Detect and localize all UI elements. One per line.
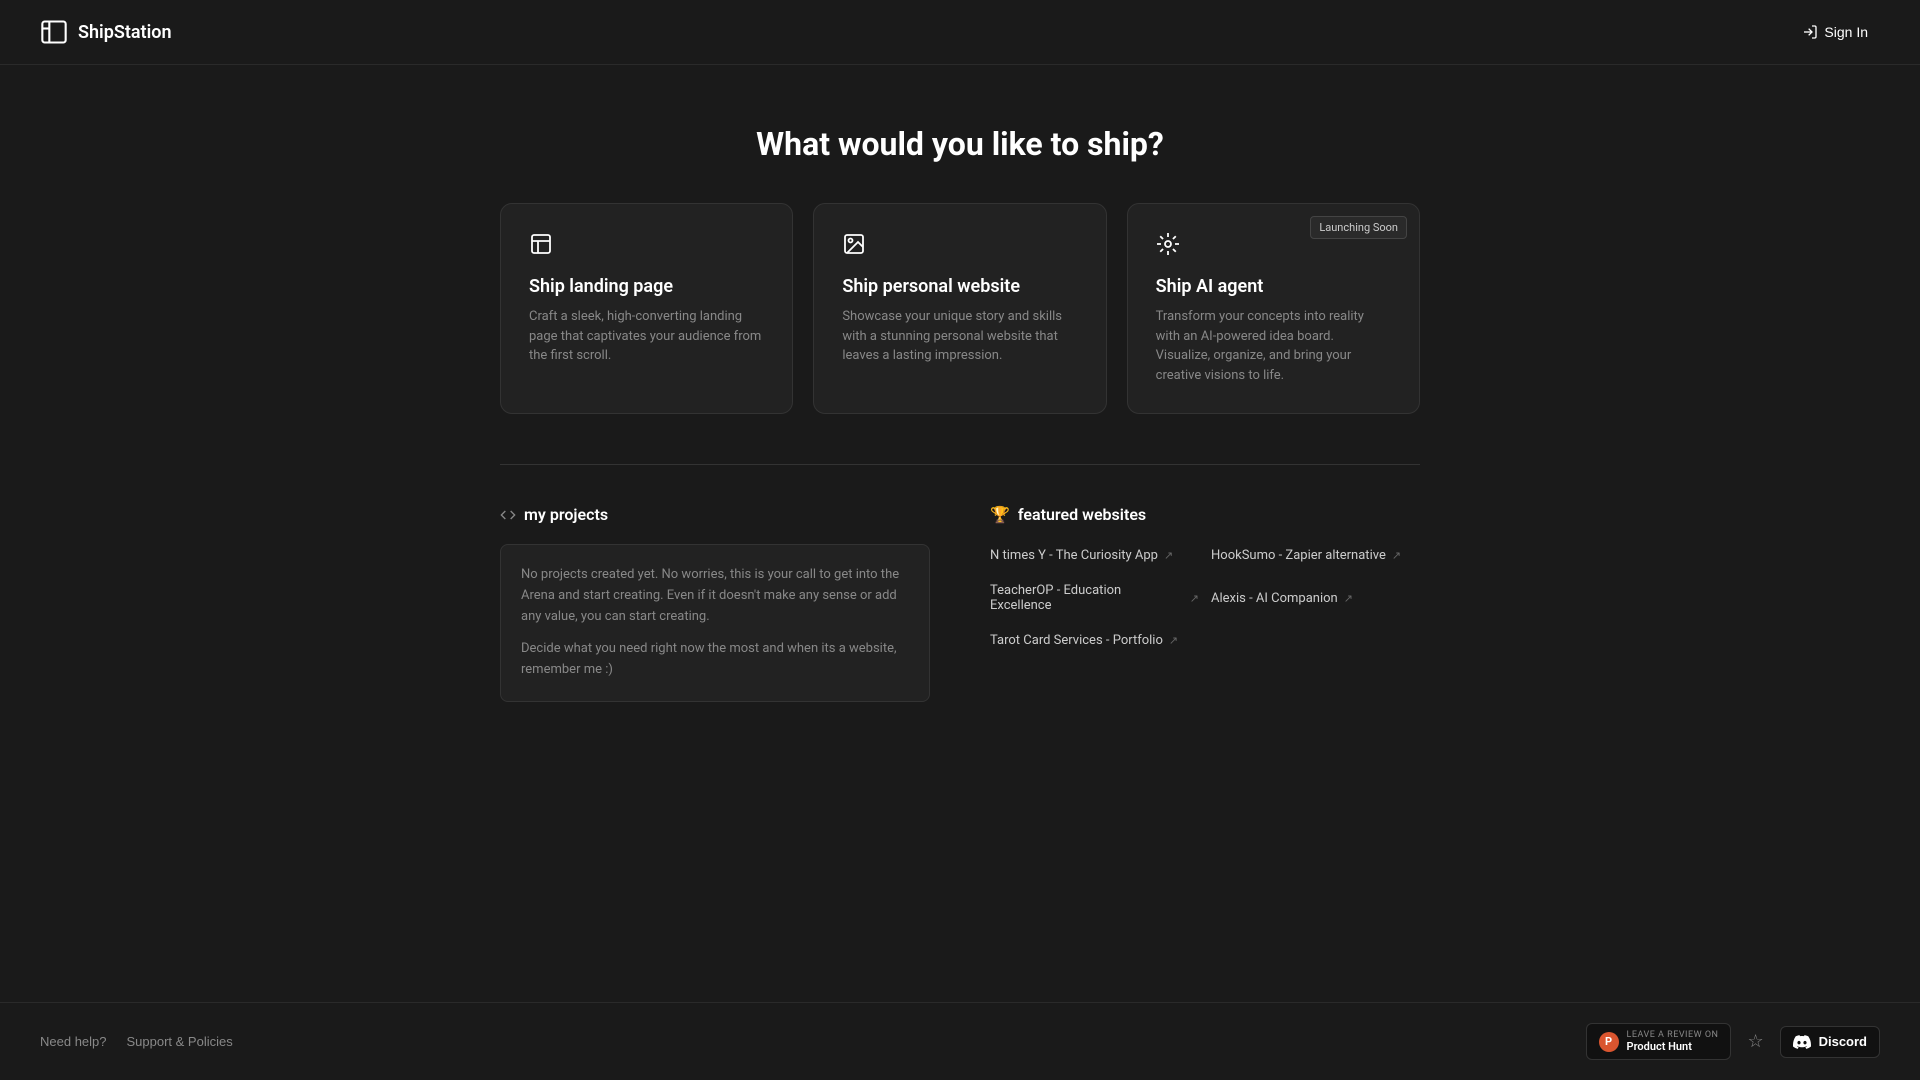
landing-page-icon bbox=[529, 232, 764, 260]
product-hunt-icon: P bbox=[1599, 1032, 1619, 1052]
product-hunt-bottom-label: Product Hunt bbox=[1627, 1040, 1719, 1053]
code-icon bbox=[500, 507, 516, 523]
featured-link-label-3: Alexis - AI Companion bbox=[1211, 591, 1338, 606]
my-projects-heading: my projects bbox=[500, 505, 930, 524]
featured-link-label-0: N times Y - The Curiosity App bbox=[990, 548, 1158, 563]
featured-link-3[interactable]: Alexis - AI Companion ↗ bbox=[1211, 579, 1420, 617]
featured-websites-heading: 🏆 featured websites bbox=[990, 505, 1420, 524]
logo[interactable]: ShipStation bbox=[40, 18, 172, 46]
landing-page-desc: Craft a sleek, high-converting landing p… bbox=[529, 307, 764, 366]
main-content: What would you like to ship? Ship landin… bbox=[460, 65, 1460, 1002]
product-hunt-top-label: LEAVE A REVIEW ON bbox=[1627, 1030, 1719, 1040]
featured-link-label-2: TeacherOP - Education Excellence bbox=[990, 583, 1184, 613]
my-projects-label: my projects bbox=[524, 505, 608, 524]
launching-soon-badge: Launching Soon bbox=[1310, 216, 1407, 239]
ship-personal-website-card[interactable]: Ship personal website Showcase your uniq… bbox=[813, 203, 1106, 414]
discord-button[interactable]: Discord bbox=[1780, 1026, 1880, 1058]
featured-links-grid: N times Y - The Curiosity App ↗ HookSumo… bbox=[990, 544, 1420, 652]
logo-text: ShipStation bbox=[78, 22, 172, 43]
my-projects-section: my projects No projects created yet. No … bbox=[500, 505, 930, 702]
footer: Need help? Support & Policies P LEAVE A … bbox=[0, 1002, 1920, 1080]
ship-ai-agent-card[interactable]: Launching Soon Ship AI agent Transform y… bbox=[1127, 203, 1420, 414]
ai-agent-desc: Transform your concepts into reality wit… bbox=[1156, 307, 1391, 385]
featured-websites-section: 🏆 featured websites N times Y - The Curi… bbox=[990, 505, 1420, 702]
sign-in-icon bbox=[1802, 24, 1818, 40]
star-icon: ☆ bbox=[1747, 1031, 1763, 1051]
ship-cards-grid: Ship landing page Craft a sleek, high-co… bbox=[500, 203, 1420, 414]
featured-link-label-4: Tarot Card Services - Portfolio bbox=[990, 633, 1163, 648]
logo-icon bbox=[40, 18, 68, 46]
header: ShipStation Sign In bbox=[0, 0, 1920, 65]
need-help-link[interactable]: Need help? bbox=[40, 1034, 107, 1049]
featured-link-0[interactable]: N times Y - The Curiosity App ↗ bbox=[990, 544, 1199, 567]
projects-empty-state: No projects created yet. No worries, thi… bbox=[500, 544, 930, 702]
featured-link-1[interactable]: HookSumo - Zapier alternative ↗ bbox=[1211, 544, 1420, 567]
support-policies-link[interactable]: Support & Policies bbox=[127, 1034, 233, 1049]
product-hunt-text: LEAVE A REVIEW ON Product Hunt bbox=[1627, 1030, 1719, 1053]
footer-left: Need help? Support & Policies bbox=[40, 1034, 233, 1049]
external-link-icon-1: ↗ bbox=[1392, 549, 1401, 562]
discord-label: Discord bbox=[1819, 1034, 1867, 1049]
ai-agent-title: Ship AI agent bbox=[1156, 276, 1391, 297]
two-column-layout: my projects No projects created yet. No … bbox=[500, 505, 1420, 702]
product-hunt-button[interactable]: P LEAVE A REVIEW ON Product Hunt bbox=[1586, 1023, 1732, 1060]
featured-link-4[interactable]: Tarot Card Services - Portfolio ↗ bbox=[990, 629, 1199, 652]
landing-page-title: Ship landing page bbox=[529, 276, 764, 297]
discord-icon bbox=[1793, 1033, 1811, 1051]
external-link-icon-2: ↗ bbox=[1190, 592, 1199, 605]
projects-empty-text-1: No projects created yet. No worries, thi… bbox=[521, 565, 909, 627]
external-link-icon-3: ↗ bbox=[1344, 592, 1353, 605]
sign-in-button[interactable]: Sign In bbox=[1790, 16, 1880, 48]
personal-website-title: Ship personal website bbox=[842, 276, 1077, 297]
footer-right: P LEAVE A REVIEW ON Product Hunt ☆ Disco… bbox=[1586, 1023, 1880, 1060]
section-divider bbox=[500, 464, 1420, 465]
external-link-icon-0: ↗ bbox=[1164, 549, 1173, 562]
personal-website-desc: Showcase your unique story and skills wi… bbox=[842, 307, 1077, 366]
external-link-icon-4: ↗ bbox=[1169, 634, 1178, 647]
featured-link-2[interactable]: TeacherOP - Education Excellence ↗ bbox=[990, 579, 1199, 617]
personal-website-icon bbox=[842, 232, 1077, 260]
ship-landing-page-card[interactable]: Ship landing page Craft a sleek, high-co… bbox=[500, 203, 793, 414]
page-title: What would you like to ship? bbox=[500, 125, 1420, 163]
sign-in-label: Sign In bbox=[1824, 24, 1868, 40]
featured-link-label-1: HookSumo - Zapier alternative bbox=[1211, 548, 1386, 563]
projects-empty-text-2: Decide what you need right now the most … bbox=[521, 639, 909, 681]
featured-websites-label: featured websites bbox=[1018, 505, 1146, 524]
trophy-icon: 🏆 bbox=[990, 505, 1010, 524]
star-button[interactable]: ☆ bbox=[1747, 1031, 1763, 1052]
